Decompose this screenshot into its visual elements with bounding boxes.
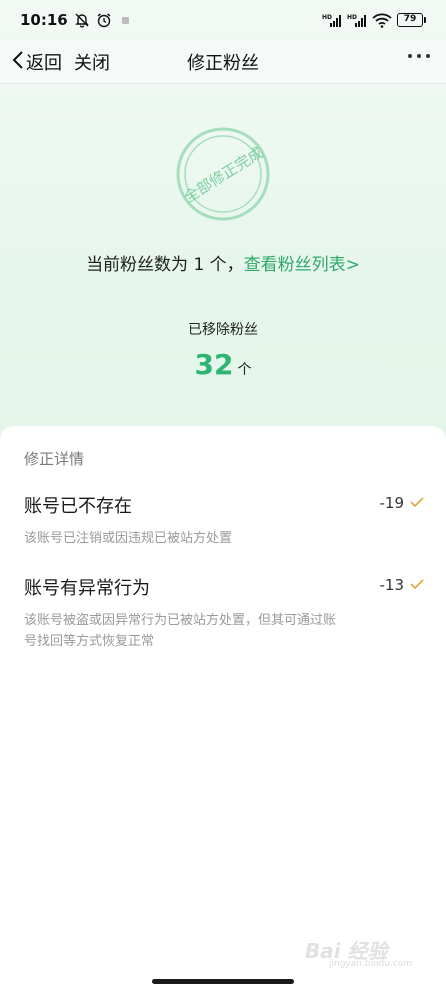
follower-count-text: 当前粉丝数为 1 个， [86, 255, 244, 275]
removed-count: 32 [194, 348, 234, 381]
removed-count-row: 32 个 [0, 348, 446, 381]
svg-text:HD: HD [347, 14, 357, 21]
page-title: 修正粉丝 [187, 52, 259, 74]
hd-signal-icon-1: HD [322, 13, 342, 27]
battery-level: 79 [397, 13, 423, 27]
detail-name: 账号已不存在 [24, 496, 132, 517]
detail-value: -19 [379, 494, 405, 512]
detail-description: 该账号被盗或因异常行为已被站方处置，但其可通过账号找回等方式恢复正常 [24, 613, 337, 649]
back-label: 返回 [26, 52, 62, 74]
status-bar: 10:16 HD HD 79 [0, 0, 446, 40]
svg-text:HD: HD [322, 14, 332, 21]
detail-name: 账号有异常行为 [24, 578, 150, 599]
detail-item: 账号已不存在 该账号已注销或因违规已被站方处置 -19 [24, 492, 424, 549]
follower-summary: 当前粉丝数为 1 个，查看粉丝列表> [0, 250, 446, 275]
detail-value: -13 [379, 576, 405, 594]
home-indicator[interactable] [152, 979, 294, 984]
battery-icon: 79 [397, 13, 426, 27]
detail-value-row: -19 [380, 494, 425, 512]
notification-dot-icon [121, 16, 129, 24]
baidu-watermark: Bai 经验 jingyan.baidu.com [305, 935, 430, 975]
removed-label: 已移除粉丝 [188, 322, 258, 338]
more-options-icon[interactable] [408, 54, 430, 58]
close-button[interactable]: 关闭 [74, 49, 110, 75]
view-followers-link[interactable]: 查看粉丝列表> [244, 255, 360, 275]
muted-bell-icon [74, 12, 90, 28]
status-time: 10:16 [20, 11, 68, 29]
detail-description: 该账号已注销或因违规已被站方处置 [24, 531, 233, 546]
details-card: 修正详情 账号已不存在 该账号已注销或因违规已被站方处置 -19 账号有异常行为… [0, 426, 446, 991]
completion-stamp: 全部修正完成 [175, 126, 271, 222]
alarm-clock-icon [96, 12, 112, 28]
detail-value-row: -13 [380, 576, 425, 594]
chevron-left-icon [12, 50, 24, 74]
watermark-sub: jingyan.baidu.com [329, 959, 413, 969]
check-icon [410, 494, 424, 512]
back-button[interactable]: 返回 [12, 49, 62, 75]
removed-unit: 个 [237, 362, 252, 378]
check-icon [410, 576, 424, 594]
navigation-bar: 返回 关闭 修正粉丝 [0, 40, 446, 84]
details-title: 修正详情 [24, 450, 85, 468]
detail-item: 账号有异常行为 该账号被盗或因异常行为已被站方处置，但其可通过账号找回等方式恢复… [24, 574, 424, 652]
hd-signal-icon-2: HD [347, 13, 367, 27]
wifi-icon [372, 13, 392, 28]
